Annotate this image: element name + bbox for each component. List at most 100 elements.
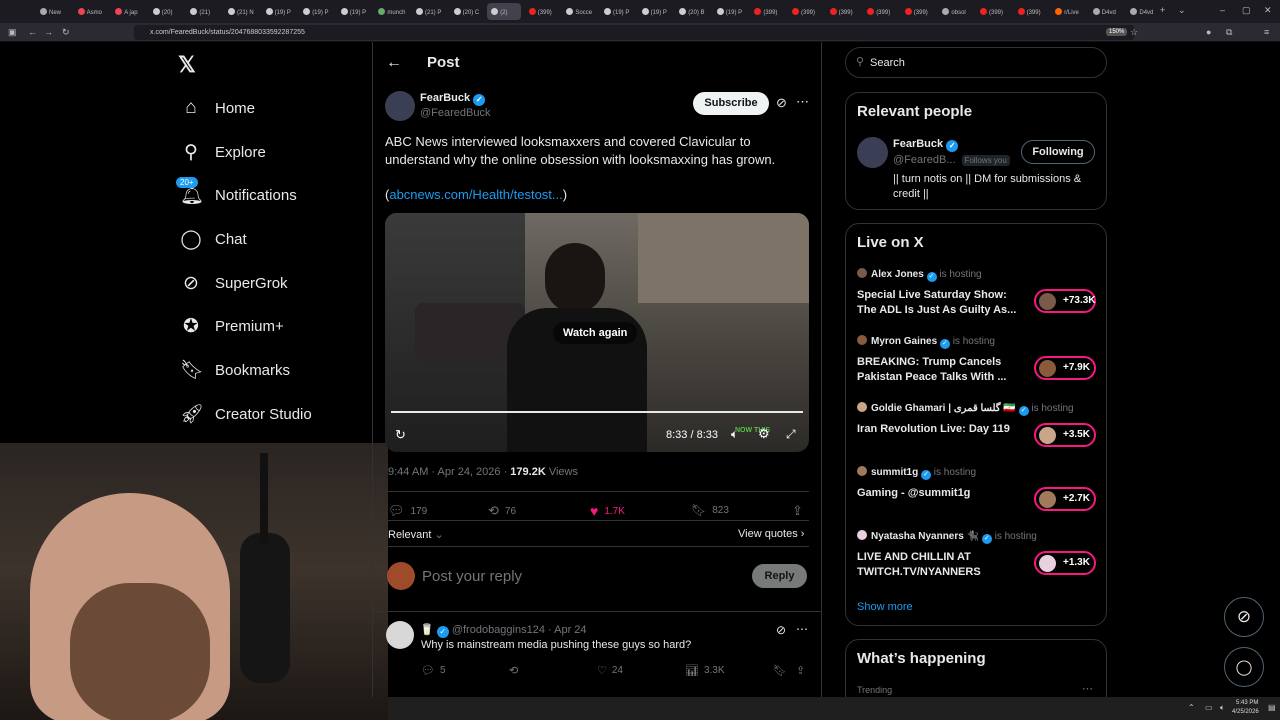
browser-tab[interactable]: (19) P — [337, 3, 371, 20]
browser-tab[interactable]: (20) — [149, 3, 183, 20]
more-options-icon[interactable]: ⋯ — [796, 94, 809, 110]
clock-time[interactable]: 5:43 PM — [1236, 700, 1258, 706]
reply-count-button[interactable]: 💬︎ 179 — [388, 503, 427, 519]
network-icon[interactable]: ▭ — [1205, 703, 1213, 712]
reply-button[interactable]: Reply — [752, 564, 807, 588]
browser-tab[interactable]: (20) C — [450, 3, 484, 20]
clock-date[interactable]: 4/25/2026 — [1232, 709, 1259, 715]
browser-tab[interactable]: obsol — [938, 3, 972, 20]
browser-tab[interactable]: Asmo — [74, 3, 108, 20]
grok-float-button[interactable]: ⊘ — [1224, 597, 1264, 637]
browser-tab[interactable]: (19) P — [600, 3, 634, 20]
live-listener-badge[interactable]: +1.3K — [1034, 551, 1096, 575]
extensions-icon[interactable]: ⧉ — [1226, 27, 1232, 38]
browser-tab[interactable]: (2) — [487, 3, 522, 20]
grok-explain-icon[interactable]: ⊘ — [776, 95, 787, 111]
browser-tab[interactable]: (399) — [525, 3, 559, 20]
address-bar[interactable]: x.com/FearedBuck/status/2047688033592287… — [134, 25, 1134, 40]
browser-tab[interactable]: (399) — [1014, 3, 1048, 20]
nav-premium[interactable]: ✪ Premium+ — [180, 311, 284, 341]
following-button[interactable]: Following — [1021, 140, 1095, 164]
trend-more-icon[interactable]: ⋯ — [1082, 682, 1093, 695]
back-icon[interactable]: ← — [28, 27, 37, 37]
browser-tab[interactable]: Socce — [562, 3, 596, 20]
browser-tab[interactable]: munch — [374, 3, 408, 20]
reply-bookmark-button[interactable]: 🔖︎ — [773, 664, 787, 677]
zoom-badge[interactable]: 150% — [1106, 28, 1128, 36]
close-icon[interactable]: ✕ — [1264, 5, 1272, 16]
subscribe-button[interactable]: Subscribe — [693, 92, 769, 115]
minimize-icon[interactable]: – — [1220, 5, 1225, 15]
live-listener-badge[interactable]: +2.7K — [1034, 487, 1096, 511]
browser-tab[interactable]: (21) — [186, 3, 220, 20]
sidebar-icon[interactable]: ▣ — [8, 27, 17, 38]
menu-icon[interactable]: ≡ — [1264, 27, 1269, 37]
post-timestamp[interactable]: 9:44 AM · Apr 24, 2026 · — [388, 466, 510, 478]
my-avatar[interactable] — [387, 562, 415, 590]
reply-share-button[interactable]: ⇪ — [796, 664, 805, 677]
browser-tab[interactable]: (399) — [788, 3, 822, 20]
browser-tab[interactable]: D4vd — [1089, 3, 1123, 20]
reply-author-handle[interactable]: @frodobaggins124 — [452, 624, 545, 636]
nav-creator-studio[interactable]: 🚀︎ Creator Studio — [180, 399, 312, 429]
nav-supergrok[interactable]: ⊘ SuperGrok — [180, 268, 288, 298]
browser-tab[interactable]: (19) P — [299, 3, 333, 20]
relevant-person-avatar[interactable] — [857, 137, 888, 168]
relevant-person-handle[interactable]: @FearedB... — [893, 154, 956, 166]
reply-author-avatar[interactable] — [386, 621, 414, 649]
reply-reply-button[interactable]: 💬︎ 5 — [421, 664, 446, 677]
share-button[interactable]: ⇪ — [792, 503, 803, 519]
x-logo[interactable]: 𝕏 — [178, 52, 196, 78]
browser-tab[interactable]: (399) — [863, 3, 897, 20]
live-listener-badge[interactable]: +3.5K — [1034, 423, 1096, 447]
nav-home[interactable]: ⌂ Home — [180, 93, 255, 123]
browser-tab[interactable]: (21) N — [224, 3, 258, 20]
browser-tab[interactable]: r/Live — [1051, 3, 1085, 20]
messages-float-button[interactable]: ◯ — [1224, 647, 1264, 687]
show-more-link[interactable]: Show more — [857, 601, 913, 613]
reply-views-button[interactable]: 📊︎ 3.3K — [685, 664, 725, 677]
video-player[interactable]: Watch again NOW THIS ↻ 8:33 / 8:33 🔈︎ ⚙ … — [385, 213, 809, 452]
settings-gear-icon[interactable]: ⚙ — [758, 426, 770, 442]
view-quotes-link[interactable]: View quotes › — [738, 528, 804, 540]
reply-repost-button[interactable]: ⟲ — [509, 664, 518, 677]
browser-tab[interactable]: (19) P — [262, 3, 296, 20]
live-listener-badge[interactable]: +7.9K — [1034, 356, 1096, 380]
browser-tab[interactable]: D4vd — [1126, 3, 1160, 20]
speaker-icon[interactable]: 🔈︎ — [1220, 703, 1225, 713]
nav-bookmarks[interactable]: 🔖︎ Bookmarks — [180, 355, 290, 385]
maximize-icon[interactable]: ▢ — [1242, 5, 1251, 16]
back-arrow-icon[interactable]: ← — [386, 54, 402, 72]
watch-again-button[interactable]: Watch again — [553, 322, 638, 344]
reply-like-button[interactable]: ♡ 24 — [597, 664, 623, 677]
bookmark-button[interactable]: 🔖︎ 823 — [691, 503, 729, 517]
author-avatar[interactable] — [385, 91, 415, 121]
reply-date[interactable]: · Apr 24 — [548, 624, 587, 636]
notification-center-icon[interactable]: ▤ — [1268, 703, 1276, 712]
fullscreen-icon[interactable]: ⤢ — [786, 427, 796, 442]
live-listener-badge[interactable]: +73.3K — [1034, 289, 1096, 313]
post-link[interactable]: abcnews.com/Health/testost... — [389, 187, 562, 202]
volume-icon[interactable]: 🔈︎ — [731, 427, 738, 442]
browser-tab[interactable]: (19) P — [638, 3, 672, 20]
author-handle[interactable]: @FearedBuck — [420, 107, 490, 119]
grok-explain-icon[interactable]: ⊘ — [776, 623, 786, 637]
account-icon[interactable]: ● — [1206, 27, 1211, 37]
author-name-row[interactable]: FearBuck ✓ — [420, 92, 486, 106]
star-icon[interactable]: ☆ — [1130, 27, 1138, 38]
nav-notifications[interactable]: 🔔︎ 20+ Notifications — [176, 177, 297, 210]
browser-tab[interactable]: New — [36, 3, 70, 20]
browser-tab[interactable]: (399) — [826, 3, 860, 20]
reload-icon[interactable]: ↻ — [62, 27, 70, 38]
browser-tab[interactable]: (399) — [901, 3, 935, 20]
forward-icon[interactable]: → — [44, 27, 53, 37]
browser-tab[interactable]: (399) — [750, 3, 784, 20]
tray-chevron-icon[interactable]: ⌃ — [1188, 703, 1195, 712]
replay-icon[interactable]: ↻ — [395, 427, 406, 443]
new-tab-icon[interactable]: + — [1160, 5, 1165, 15]
search-input[interactable]: ⚲ Search — [845, 47, 1107, 78]
reply-input[interactable]: Post your reply — [422, 568, 522, 585]
nav-chat[interactable]: ◯ Chat — [180, 224, 246, 254]
repost-button[interactable]: ⟲ 76 — [488, 503, 516, 519]
like-button[interactable]: ♥ 1.7K — [590, 503, 625, 519]
